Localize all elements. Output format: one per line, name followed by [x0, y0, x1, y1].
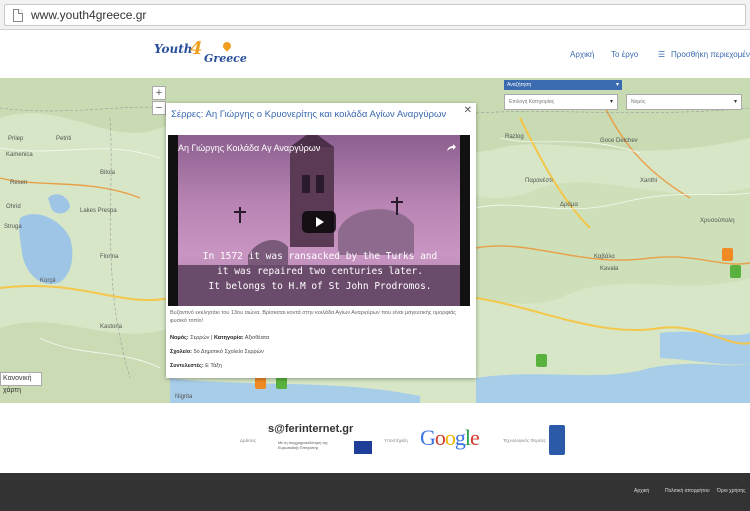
- zoom-out-button[interactable]: −: [152, 101, 166, 115]
- search-panel: Αναζήτηση ▾ Επιλογή Κατηγορίας ▾ Νομός ▾: [504, 80, 744, 114]
- place-info-popup: ✕ Σέρρες: Αη Γιώργης ο Κρυονερίτης και κ…: [166, 103, 476, 378]
- logo-four-text: 4: [190, 38, 203, 59]
- place-meta-school: Σχολείο: 5ο Δημοτικό Σχολείο Σερρών: [170, 349, 264, 355]
- map-label: Χρυσούπολη: [700, 218, 735, 224]
- footer-terms-link[interactable]: Όροι χρήσης: [717, 488, 746, 494]
- video-subtitle-line: In 1572 it was ransacked by the Turks an…: [202, 251, 438, 262]
- map-label: Petriti: [56, 136, 72, 142]
- authors-value: Ε Τάξη: [205, 363, 222, 369]
- search-tab[interactable]: Αναζήτηση ▾: [504, 80, 622, 90]
- nav-project-link[interactable]: Το έργο: [611, 50, 638, 59]
- play-button[interactable]: [302, 211, 336, 233]
- logo-greece-text: Greece: [204, 52, 247, 65]
- video-title[interactable]: Αη Γιώργης Κοιλάδα Αγ Αναργύρων: [178, 143, 320, 153]
- video-letterbox: [460, 135, 470, 306]
- video-subtitle-line: It belongs to H.M of St John Prodromos.: [208, 281, 432, 292]
- place-meta-nomos: Νομός: Σερρών | Κατηγορία: Αξιοθέατα: [170, 335, 270, 341]
- map-label: Resen: [10, 180, 28, 186]
- eu-funding-text: Με τη συγχρηματοδότηση της Ευρωπαϊκής Επ…: [278, 441, 328, 450]
- sponsor-label-tech: Τεχνολογικός Φορέας: [503, 438, 546, 443]
- category-select[interactable]: Επιλογή Κατηγορίας ▾: [504, 94, 618, 110]
- map-label: Kastoria: [100, 324, 123, 330]
- category-value: Αξιοθέατα: [244, 335, 270, 341]
- chevron-down-icon: ▾: [615, 82, 619, 88]
- prefecture-select-value: Νομός: [631, 99, 646, 105]
- zoom-in-button[interactable]: +: [152, 86, 166, 100]
- video-subtitle-line: it was repaired two centuries later.: [217, 266, 423, 277]
- logo-youth-text: Youth: [154, 42, 193, 56]
- map-label: Korçë: [40, 278, 56, 284]
- nav-menu-icon[interactable]: ☰: [658, 50, 665, 59]
- nomos-label: Νομός:: [170, 335, 189, 341]
- map-label: Lakes Prespa: [80, 208, 117, 214]
- video-player[interactable]: Αη Γιώργης Κοιλάδα Αγ Αναργύρων In 1572 …: [168, 135, 470, 306]
- map-label: Ohrid: [6, 204, 21, 210]
- saferinternet-text: s@ferinternet.gr: [268, 423, 354, 435]
- place-meta-authors: Συντελεστές: Ε Τάξη: [170, 363, 222, 369]
- video-letterbox: [168, 135, 178, 306]
- site-logo[interactable]: Youth 4 Greece: [154, 38, 249, 70]
- map-label: Prilep: [8, 136, 24, 142]
- category-label: Κατηγορία:: [213, 335, 244, 341]
- site-footer: Αρχική Πολιτική απορρήτου Όροι χρήσης: [0, 473, 750, 511]
- authors-label: Συντελεστές:: [170, 363, 204, 369]
- map-label: Goce Delchev: [600, 138, 638, 144]
- map-marker-orange[interactable]: [722, 248, 733, 261]
- google-logo[interactable]: Google: [420, 425, 480, 451]
- category-select-value: Επιλογή Κατηγορίας: [509, 99, 555, 105]
- saferinternet-logo[interactable]: s@ferinternet.gr Με τη συγχρηματοδότηση …: [268, 423, 378, 463]
- sponsor-label-support: Υποστήριξη: [384, 438, 408, 443]
- popup-title: Σέρρες: Αη Γιώργης ο Κρυονερίτης και κοι…: [171, 109, 447, 120]
- chevron-down-icon: ▾: [609, 99, 613, 105]
- school-label: Σχολείο:: [170, 349, 193, 355]
- address-bar[interactable]: www.youth4greece.gr: [4, 4, 746, 26]
- eu-flag-icon: [354, 441, 372, 454]
- nav-home-link[interactable]: Αρχική: [570, 50, 594, 59]
- search-tab-label: Αναζήτηση: [507, 82, 532, 88]
- map-label: Kamenica: [6, 152, 33, 158]
- map-label: Δράμα: [560, 202, 578, 208]
- map-marker-green[interactable]: [730, 265, 741, 278]
- map-label: Nigrita: [175, 394, 193, 400]
- close-icon[interactable]: ✕: [464, 105, 472, 116]
- logo-pin-icon: [221, 40, 233, 52]
- map-marker-green[interactable]: [536, 354, 547, 367]
- url-text[interactable]: www.youth4greece.gr: [31, 8, 146, 22]
- footer-policy-link[interactable]: Πολιτική απορρήτου: [665, 488, 710, 494]
- map-label: Struga: [4, 224, 22, 230]
- sponsors-bar: Δράσεις s@ferinternet.gr Με τη συγχρηματ…: [0, 403, 750, 473]
- page-icon: [13, 9, 23, 22]
- map-label: Bitola: [100, 170, 116, 176]
- university-logo[interactable]: [549, 425, 565, 455]
- place-description: Βυζαντινό εκκλησάκι του 13ου αιώνα. Βρίσ…: [170, 310, 456, 324]
- browser-toolbar: www.youth4greece.gr: [0, 0, 750, 30]
- share-icon[interactable]: [446, 143, 456, 153]
- map-label: Kavala: [600, 266, 619, 272]
- school-value: 5ο Δημοτικό Σχολείο Σερρών: [193, 349, 264, 355]
- nomos-value: Σερρών: [190, 335, 210, 341]
- map-label: Καβάλα: [594, 254, 615, 260]
- sponsor-label-actions: Δράσεις: [240, 438, 257, 443]
- map-label: Xanthi: [640, 178, 658, 184]
- map-label: Παρανέστι: [525, 178, 553, 184]
- map-label: Razlog: [505, 134, 524, 140]
- footer-home-link[interactable]: Αρχική: [634, 488, 649, 494]
- nav-add-place-link[interactable]: Προσθήκη περιεχομένου: [671, 50, 750, 59]
- prefecture-select[interactable]: Νομός ▾: [626, 94, 742, 110]
- map-label: Florina: [100, 254, 119, 260]
- map-type-toggle[interactable]: Κανονική χάρτη: [0, 372, 42, 394]
- chevron-down-icon: ▾: [733, 99, 737, 105]
